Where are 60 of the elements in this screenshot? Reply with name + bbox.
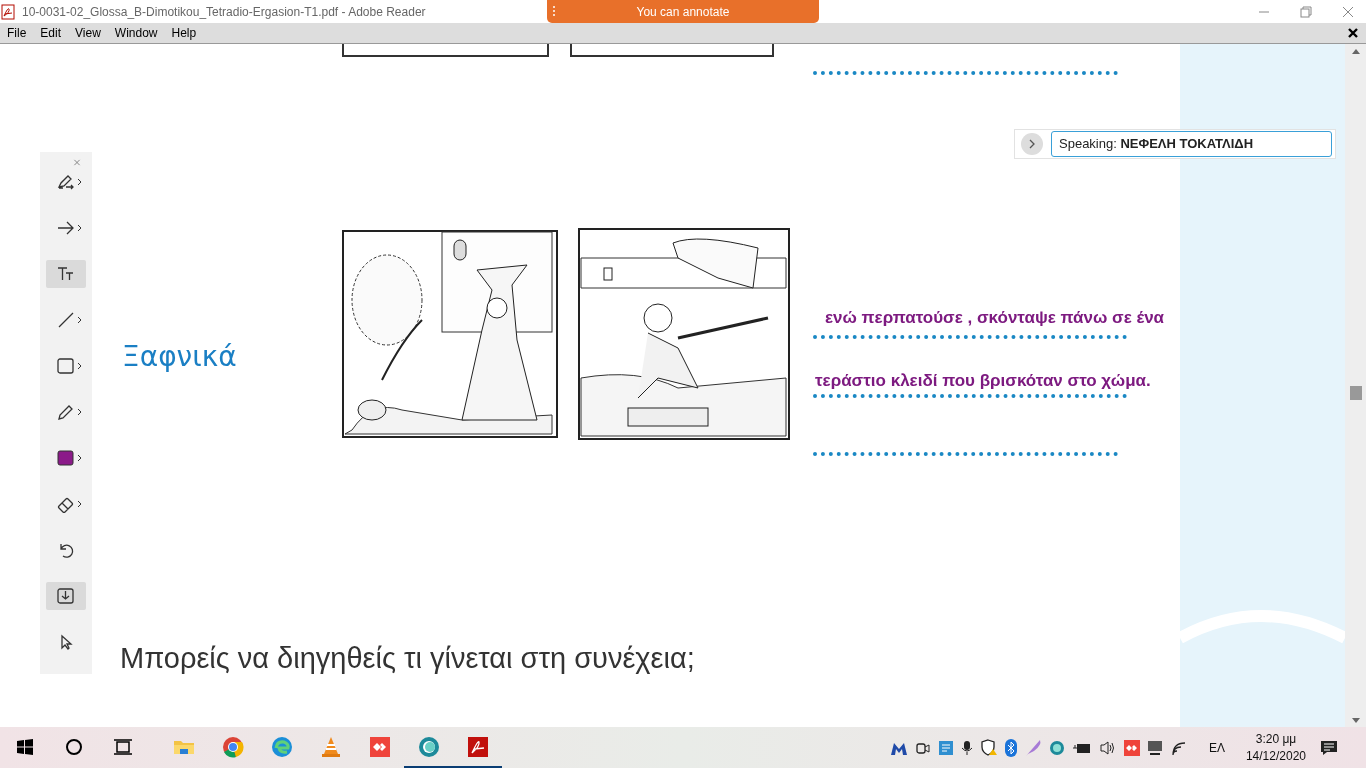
ring-app-icon <box>417 735 440 758</box>
window-title: 10-0031-02_Glossa_B-Dimotikou_Tetradio-Ergasion-T1.pdf - Adobe Reader <box>22 4 426 19</box>
traffic-cone-icon <box>320 735 341 758</box>
notifications-icon[interactable] <box>1319 738 1339 757</box>
edge-icon <box>270 735 293 758</box>
monitor-icon[interactable] <box>1146 739 1163 756</box>
windows-icon <box>15 737 34 756</box>
pdf-reader-icon <box>466 735 489 758</box>
chevron-icon[interactable] <box>77 178 82 186</box>
answer-text: τεράστιο κλειδί που βρισκόταν στο χώμα. <box>815 371 1151 391</box>
heading: Ξαφνικά <box>122 340 237 373</box>
shield-warning-icon[interactable] <box>979 739 998 756</box>
arrow-icon <box>56 219 76 237</box>
line-icon <box>56 311 76 329</box>
menu-item[interactable]: Edit <box>33 26 69 40</box>
scroll-down-icon[interactable] <box>1351 715 1361 725</box>
chevron-icon <box>1028 139 1036 149</box>
clock-time[interactable]: 3:20 μμ <box>1255 730 1297 748</box>
volume-icon[interactable] <box>1098 739 1117 756</box>
chevron-icon[interactable] <box>77 408 82 416</box>
download-icon <box>56 587 76 605</box>
scrollbar[interactable] <box>1345 44 1366 727</box>
chevron-icon[interactable] <box>77 362 82 370</box>
chevron-icon[interactable] <box>77 224 82 232</box>
tool-button[interactable] <box>46 260 86 288</box>
clock-date[interactable]: 14/12/2020 <box>1245 747 1306 765</box>
question-text: Μπορείς να διηγηθείς τι γίνεται στη συνέχεια; <box>120 642 695 675</box>
grip-icon <box>553 5 557 17</box>
answer-text: ενώ περπατούσε , σκόνταψε πάνω σε ένα <box>825 308 1165 328</box>
wifi-icon[interactable] <box>1169 739 1188 756</box>
microphone-icon[interactable] <box>960 739 973 756</box>
diamond-app-icon[interactable] <box>1123 739 1140 756</box>
chevron-icon[interactable] <box>77 316 82 324</box>
menu-item[interactable]: Help <box>164 26 204 40</box>
bluetooth-icon[interactable] <box>1004 738 1017 757</box>
annotate-banner: You can annotate <box>547 0 819 23</box>
tool-button[interactable] <box>46 582 86 610</box>
color-swatch-icon <box>56 449 76 467</box>
highlighter-icon <box>56 173 76 191</box>
chevron-icon[interactable] <box>77 454 82 462</box>
feather-icon[interactable] <box>1023 738 1042 757</box>
language-indicator[interactable]: ΕΛ <box>1208 740 1225 755</box>
eraser-icon <box>56 495 76 513</box>
scroll-up-icon[interactable] <box>1351 47 1361 57</box>
app-icon[interactable] <box>937 739 954 756</box>
ring-app-icon[interactable] <box>1048 739 1065 756</box>
speaker-field[interactable]: Speaking: ΝΕΦΕΛΗ ΤΟΚΑΤΛΙΔΗ <box>1051 131 1332 157</box>
chrome-icon <box>221 735 244 758</box>
menu-item[interactable]: File <box>0 26 34 40</box>
rectangle-icon <box>56 357 76 375</box>
close-icon[interactable] <box>1348 28 1358 38</box>
text-tool-icon <box>56 265 76 283</box>
menu-item[interactable]: Window <box>107 26 165 40</box>
diamond-app-icon <box>368 735 391 758</box>
chevron-icon[interactable] <box>77 500 82 508</box>
expand-button[interactable] <box>1021 133 1043 155</box>
search-icon <box>64 737 83 756</box>
scroll-thumb[interactable] <box>1350 386 1362 400</box>
menu-item[interactable]: View <box>68 26 108 40</box>
task-view-icon <box>112 737 133 756</box>
